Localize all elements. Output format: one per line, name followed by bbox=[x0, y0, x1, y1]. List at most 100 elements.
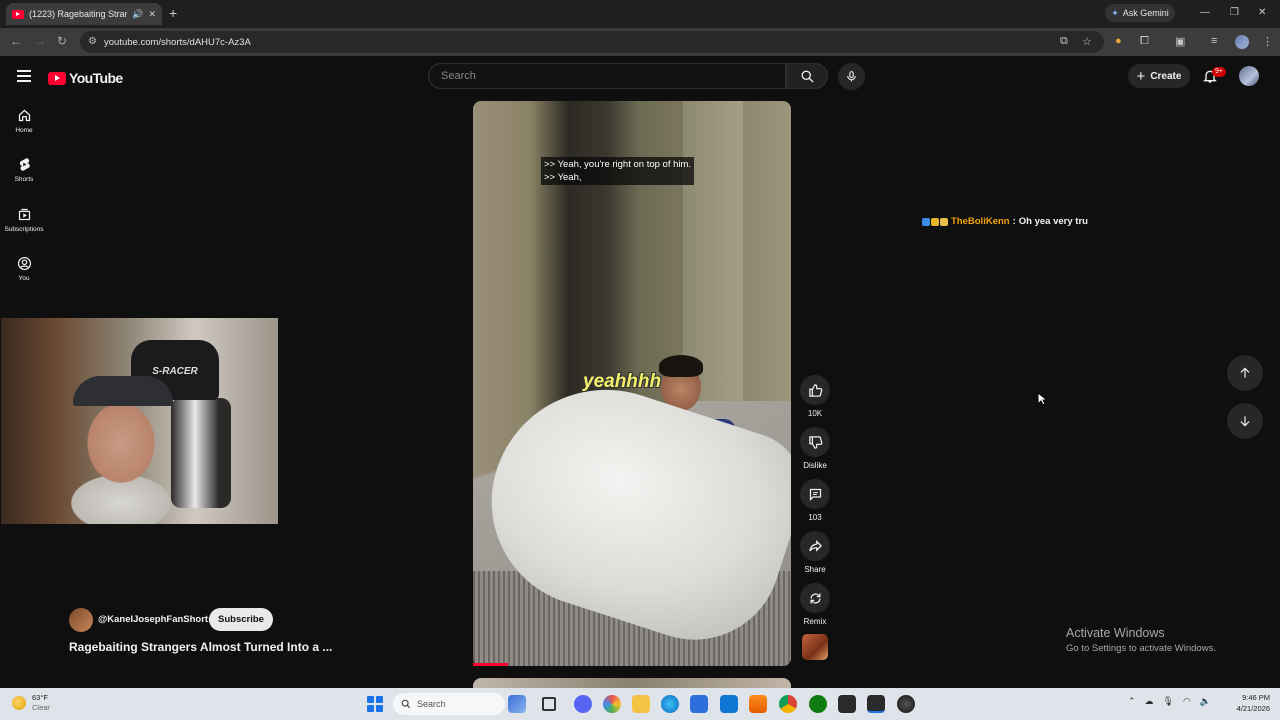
browser-tab[interactable]: (1223) Ragebaiting Strange 🔊 ✕ bbox=[6, 3, 162, 25]
dislike-label: Dislike bbox=[803, 461, 827, 470]
youtube-logo[interactable]: YouTube bbox=[48, 70, 123, 86]
youtube-logo-text: YouTube bbox=[69, 70, 123, 86]
media-controls-icon[interactable]: ≡ bbox=[1211, 35, 1217, 47]
next-short-button[interactable] bbox=[1227, 403, 1263, 439]
windows-start-button[interactable] bbox=[367, 696, 383, 712]
volume-icon[interactable]: 🔈 bbox=[1200, 696, 1211, 707]
sidebar-item-you[interactable]: You bbox=[0, 256, 48, 282]
weather-sun-icon bbox=[12, 696, 26, 710]
youtube-favicon-icon bbox=[12, 9, 24, 19]
taskbar-search-box[interactable]: Search bbox=[393, 693, 505, 715]
minimize-window-icon[interactable]: — bbox=[1200, 7, 1210, 18]
vlc-app-icon[interactable] bbox=[749, 695, 767, 713]
extensions-puzzle-icon[interactable]: ⧠ bbox=[1140, 35, 1149, 48]
hamburger-menu-icon[interactable] bbox=[17, 70, 31, 82]
thumbs-up-icon bbox=[808, 383, 822, 397]
share-icon bbox=[808, 539, 822, 552]
ask-gemini-button[interactable]: ✦ Ask Gemini bbox=[1105, 4, 1175, 22]
activate-windows-subtitle: Go to Settings to activate Windows. bbox=[1066, 643, 1216, 654]
taskbar-clock[interactable]: 9:46 PM 4/21/2026 bbox=[1225, 692, 1270, 714]
account-avatar[interactable] bbox=[1239, 66, 1259, 86]
extension-icon[interactable]: ● bbox=[1115, 35, 1122, 47]
person-hair bbox=[659, 355, 703, 377]
sidebar-item-shorts[interactable]: Shorts bbox=[0, 157, 48, 183]
close-tab-icon[interactable]: ✕ bbox=[148, 9, 156, 20]
sidebar-item-home[interactable]: Home bbox=[0, 108, 48, 134]
widgets-app-icon[interactable] bbox=[508, 695, 526, 713]
previous-short-button[interactable] bbox=[1227, 355, 1263, 391]
caption-line: >> Yeah, you're right on top of him. bbox=[544, 159, 692, 170]
plus-icon: + bbox=[1136, 67, 1146, 85]
onedrive-icon[interactable]: ☁ bbox=[1145, 696, 1154, 707]
speaker-icon[interactable]: 🔊 bbox=[132, 9, 143, 20]
caption-line: >> Yeah, bbox=[544, 172, 582, 183]
browser-tab-strip bbox=[0, 0, 1280, 28]
chat-username: TheBoliKenn bbox=[951, 216, 1010, 227]
weather-widget[interactable]: 63°F Clear bbox=[12, 693, 50, 713]
arrow-down-icon bbox=[1240, 416, 1250, 427]
short-title[interactable]: Ragebaiting Strangers Almost Turned Into… bbox=[69, 640, 332, 654]
channel-name[interactable]: @KaneIJosephFanShorts bbox=[98, 614, 213, 625]
home-icon bbox=[18, 109, 30, 122]
dislike-button[interactable]: Dislike bbox=[800, 427, 830, 470]
epic-games-icon[interactable] bbox=[838, 695, 856, 713]
create-button[interactable]: + Create bbox=[1128, 64, 1190, 88]
back-icon[interactable]: ← bbox=[10, 34, 22, 48]
stream-chat-message: TheBoliKenn : Oh yea very tru bbox=[922, 216, 1088, 227]
browser-menu-icon[interactable]: ⋮ bbox=[1262, 35, 1273, 48]
close-window-icon[interactable]: ✕ bbox=[1258, 7, 1266, 18]
split-view-icon[interactable]: ▣ bbox=[1175, 35, 1185, 48]
chrome-app-icon[interactable] bbox=[779, 695, 797, 713]
install-app-icon[interactable]: ⧉ bbox=[1060, 35, 1068, 48]
outlook-app-icon[interactable] bbox=[720, 695, 738, 713]
clock-date: 4/21/2026 bbox=[1236, 704, 1270, 713]
bookmark-star-icon[interactable]: ☆ bbox=[1082, 35, 1092, 48]
taskbar-search-icon bbox=[401, 699, 411, 709]
mouse-cursor-icon bbox=[1037, 391, 1049, 411]
tray-mic-icon[interactable]: 🎙 bbox=[1163, 696, 1174, 707]
subscriptions-icon bbox=[18, 208, 30, 221]
browser-profile-avatar[interactable] bbox=[1235, 35, 1249, 49]
address-bar[interactable]: ⚙ youtube.com/shorts/dAHU7c-Az3A bbox=[80, 31, 1104, 53]
remix-button[interactable]: Remix bbox=[800, 583, 830, 626]
discord-app-icon[interactable] bbox=[574, 695, 592, 713]
chat-message-text: Oh yea very tru bbox=[1018, 216, 1088, 227]
reload-icon[interactable]: ↻ bbox=[57, 34, 67, 48]
forward-icon[interactable]: → bbox=[34, 34, 46, 48]
remix-icon bbox=[809, 592, 821, 604]
subscribe-button[interactable]: Subscribe bbox=[209, 608, 273, 631]
channel-avatar[interactable] bbox=[69, 608, 93, 632]
streamer-webcam: S-RACER bbox=[1, 318, 278, 524]
like-button[interactable]: 10K bbox=[800, 375, 830, 418]
file-explorer-icon[interactable] bbox=[632, 695, 650, 713]
restore-window-icon[interactable]: ❐ bbox=[1230, 7, 1239, 18]
tray-overflow-icon[interactable]: ⌃ bbox=[1128, 696, 1136, 707]
search-input[interactable]: Search bbox=[428, 63, 786, 89]
sidebar-item-label: Subscriptions bbox=[4, 226, 44, 233]
short-video-player[interactable]: >> Yeah, you're right on top of him. >> … bbox=[473, 101, 791, 666]
gaming-chair-side bbox=[171, 398, 231, 508]
new-tab-button[interactable]: + bbox=[169, 5, 177, 21]
wifi-icon[interactable]: ◠ bbox=[1183, 696, 1191, 707]
video-progress-bar[interactable] bbox=[473, 663, 508, 666]
task-view-icon[interactable] bbox=[542, 697, 556, 711]
epic-games-active-icon[interactable] bbox=[867, 695, 885, 713]
share-button[interactable]: Share bbox=[800, 531, 830, 574]
microphone-icon bbox=[847, 71, 856, 82]
weather-temperature: 63°F bbox=[32, 693, 48, 702]
url-text: youtube.com/shorts/dAHU7c-Az3A bbox=[104, 36, 251, 48]
copilot-app-icon[interactable] bbox=[603, 695, 621, 713]
site-info-icon[interactable]: ⚙ bbox=[88, 36, 97, 47]
audio-source-thumbnail[interactable] bbox=[802, 634, 828, 660]
comments-button[interactable]: 103 bbox=[800, 479, 830, 522]
microsoft-store-icon[interactable] bbox=[690, 695, 708, 713]
next-short-preview[interactable] bbox=[473, 678, 791, 688]
search-button[interactable] bbox=[786, 63, 828, 89]
edge-browser-icon[interactable] bbox=[661, 695, 679, 713]
sidebar-item-subscriptions[interactable]: Subscriptions bbox=[0, 207, 48, 233]
obs-app-icon[interactable] bbox=[897, 695, 915, 713]
xbox-app-icon[interactable] bbox=[809, 695, 827, 713]
like-count: 10K bbox=[807, 409, 823, 418]
voice-search-button[interactable] bbox=[838, 63, 865, 90]
sidebar-item-label: You bbox=[18, 275, 30, 282]
